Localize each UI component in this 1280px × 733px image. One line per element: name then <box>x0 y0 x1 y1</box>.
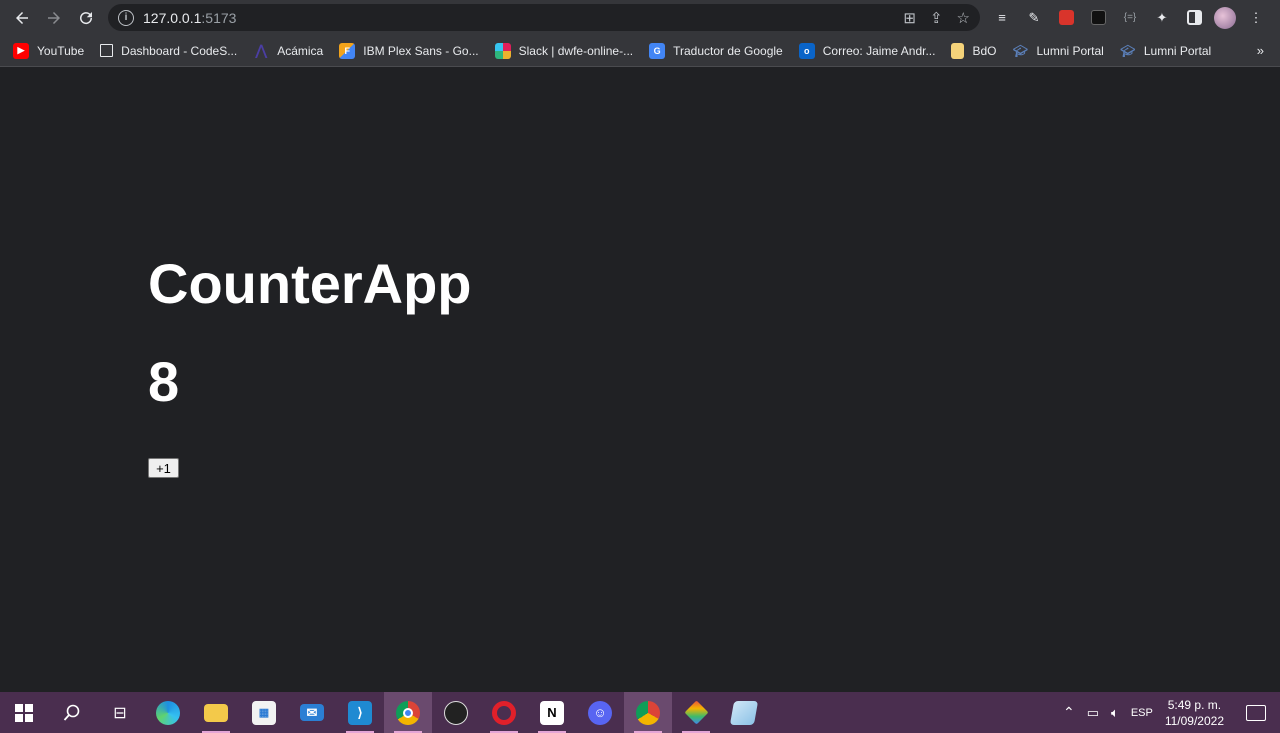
bookmark-item[interactable]: ▶ YouTube <box>13 42 84 59</box>
bookmarks-overflow-icon[interactable]: » <box>1257 43 1264 58</box>
bookmark-item[interactable]: G Traductor de Google <box>649 42 783 59</box>
site-info-icon[interactable]: i <box>118 9 134 26</box>
bookmark-star-icon[interactable]: ☆ <box>957 9 970 27</box>
chrome-icon[interactable] <box>384 692 432 733</box>
search-icon[interactable] <box>48 692 96 733</box>
clock-date: 11/09/2022 <box>1164 713 1224 728</box>
taskbar: ⊟ ▦ ✉ ⟩ N ☺ ⌃ ▭ 🔈︎ ESP 5:49 p. m. 11/09/… <box>0 692 1280 733</box>
bookmark-item[interactable]: o Correo: Jaime Andr... <box>798 42 935 59</box>
outlook-icon: o <box>798 42 815 59</box>
increment-button[interactable]: +1 <box>148 458 179 478</box>
bookmark-item[interactable]: F IBM Plex Sans - Go... <box>339 42 479 59</box>
extensions-area: ≡ ✎ {=} ✦ ⋮ <box>990 4 1268 31</box>
forward-arrow-icon[interactable] <box>38 4 70 32</box>
extension-braces-icon[interactable]: {=} <box>1118 6 1142 30</box>
file-explorer-icon[interactable] <box>192 692 240 733</box>
tray-chevron-up-icon[interactable]: ⌃ <box>1063 704 1075 721</box>
extension-pen-icon[interactable]: ✎ <box>1022 6 1046 30</box>
network-icon[interactable]: ▭ <box>1087 705 1099 721</box>
bookmark-item[interactable]: 🎓︎ Lumni Portal <box>1120 43 1211 59</box>
reload-icon[interactable] <box>70 4 102 32</box>
url-text: 127.0.0.1:5173 <box>143 9 237 26</box>
opera-icon[interactable] <box>480 692 528 733</box>
counter-value: 8 <box>148 350 180 413</box>
task-view-icon[interactable]: ⊟ <box>96 692 144 733</box>
mail-icon[interactable]: ✉ <box>288 692 336 733</box>
clock-time: 5:49 p. m. <box>1167 697 1222 712</box>
share-icon[interactable]: ⇪ <box>930 9 943 27</box>
notification-center-icon[interactable] <box>1246 704 1266 721</box>
browser-toolbar: i 127.0.0.1:5173 ⊞ ⇪ ☆ ≡ ✎ {=} ✦ ⋮ <box>0 0 1280 35</box>
folder-icon <box>951 42 965 59</box>
notepad-icon[interactable] <box>720 692 768 733</box>
windows-start-icon[interactable] <box>0 692 48 733</box>
slack-icon <box>494 42 511 59</box>
menu-kebab-icon[interactable]: ⋮ <box>1244 6 1268 30</box>
app-title: CounterApp <box>148 252 472 315</box>
lumni-icon: 🎓︎ <box>1120 43 1136 58</box>
obs-icon[interactable] <box>432 692 480 733</box>
bookmark-item[interactable]: 🎓︎ Lumni Portal <box>1012 43 1104 59</box>
clock[interactable]: 5:49 p. m. 11/09/2022 <box>1165 697 1224 729</box>
back-arrow-icon[interactable] <box>6 4 38 32</box>
gitkraken-icon[interactable] <box>672 692 720 733</box>
system-tray: ⌃ ▭ 🔈︎ ESP 5:49 p. m. 11/09/2022 <box>1063 692 1280 733</box>
profile-avatar[interactable] <box>1214 6 1236 29</box>
youtube-icon: ▶ <box>13 42 29 59</box>
google-translate-icon: G <box>649 42 666 59</box>
bookmark-item[interactable]: ⋀ Acámica <box>253 42 323 59</box>
side-panel-icon[interactable] <box>1182 6 1206 30</box>
extension-red-icon[interactable] <box>1054 6 1078 30</box>
page-viewport: CounterApp 8 +1 <box>0 68 1280 692</box>
chrome-profile-icon[interactable] <box>624 692 672 733</box>
bookmark-item[interactable]: BdO <box>951 42 996 59</box>
acamica-icon: ⋀ <box>255 42 267 58</box>
address-bar[interactable]: i 127.0.0.1:5173 ⊞ ⇪ ☆ <box>108 4 980 31</box>
store-icon[interactable]: ▦ <box>240 692 288 733</box>
language-indicator[interactable]: ESP <box>1131 707 1153 719</box>
discord-icon[interactable]: ☺ <box>576 692 624 733</box>
vscode-icon[interactable]: ⟩ <box>336 692 384 733</box>
page-icon <box>100 44 114 57</box>
extension-dark-icon[interactable] <box>1086 6 1110 30</box>
translate-icon[interactable]: ⊞ <box>903 9 916 27</box>
bookmark-item[interactable]: Dashboard - CodeS... <box>100 44 237 58</box>
lumni-icon: 🎓︎ <box>1012 43 1029 58</box>
edge-icon[interactable] <box>144 692 192 733</box>
google-fonts-icon: F <box>339 42 356 59</box>
notion-icon[interactable]: N <box>528 692 576 733</box>
volume-icon[interactable]: 🔈︎ <box>1111 705 1119 721</box>
extensions-puzzle-icon[interactable]: ✦ <box>1150 6 1174 30</box>
bookmarks-bar: ▶ YouTube Dashboard - CodeS... ⋀ Acámica F… <box>0 35 1280 67</box>
extension-stack-icon[interactable]: ≡ <box>990 6 1014 30</box>
bookmark-item[interactable]: Slack | dwfe-online-... <box>494 42 633 59</box>
